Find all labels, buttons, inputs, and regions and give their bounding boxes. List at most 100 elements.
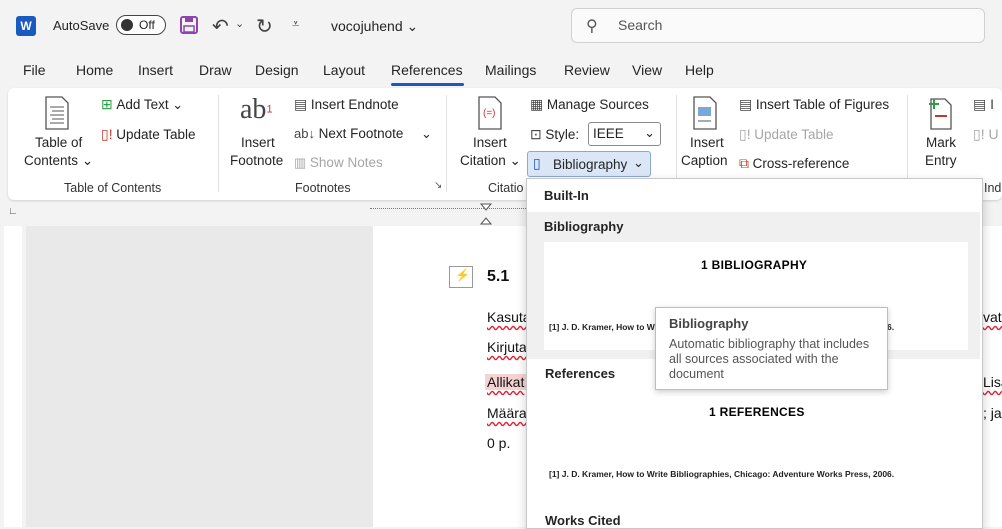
update-table-toc-button[interactable]: ▯! Update Table bbox=[101, 126, 196, 143]
title-bar: W AutoSave Off ↶ ⌄ ↻ ⩡ vocojuhend ⌄ ⚲ bbox=[0, 0, 1002, 54]
manage-sources-label: Manage Sources bbox=[546, 97, 649, 112]
update-table-figures-button[interactable]: ▯! Update Table bbox=[739, 126, 834, 143]
show-notes-icon: ▥ bbox=[294, 155, 307, 170]
tab-references[interactable]: References bbox=[391, 62, 463, 78]
mark-entry-button[interactable] bbox=[925, 96, 955, 133]
update-table-label: Update Table bbox=[116, 127, 196, 142]
cross-reference-button[interactable]: ⧉ Cross-reference bbox=[739, 155, 849, 172]
autosave-toggle[interactable]: Off bbox=[116, 15, 166, 35]
bibliography-label: Bibliography bbox=[553, 157, 628, 172]
insert-footnote-button[interactable]: ab1 bbox=[240, 94, 273, 126]
show-notes-button[interactable]: ▥ Show Notes bbox=[294, 155, 383, 171]
tab-home[interactable]: Home bbox=[76, 62, 113, 78]
gallery-item-label: References bbox=[545, 366, 616, 381]
insert-table-of-figures-button[interactable]: ▤ Insert Table of Figures bbox=[739, 96, 889, 113]
tab-selector-icon[interactable]: ∟ bbox=[8, 206, 18, 217]
tooltip: Bibliography Automatic bibliography that… bbox=[655, 307, 888, 390]
search-input[interactable] bbox=[616, 16, 960, 34]
manage-sources-icon: ▦ bbox=[530, 96, 544, 112]
undo-dropdown-icon[interactable]: ⌄ bbox=[235, 17, 244, 30]
manage-sources-button[interactable]: ▦ Manage Sources bbox=[530, 96, 649, 113]
group-index: Ind bbox=[984, 181, 1002, 195]
doc-line: Määra bbox=[487, 405, 527, 421]
tab-help[interactable]: Help bbox=[685, 62, 714, 78]
autosave-label: AutoSave bbox=[53, 18, 110, 33]
undo-icon[interactable]: ↶ bbox=[212, 14, 229, 39]
vertical-ruler bbox=[0, 226, 26, 527]
insert-caption-label-2: Caption bbox=[681, 153, 728, 168]
tab-mailings[interactable]: Mailings bbox=[485, 62, 536, 78]
mark-entry-icon bbox=[929, 98, 952, 130]
update-table-icon: ▯! bbox=[739, 126, 751, 142]
cross-reference-icon: ⧉ bbox=[739, 155, 749, 171]
footnote-icon: ab bbox=[240, 94, 267, 125]
insert-citation-button[interactable]: (=) bbox=[477, 96, 505, 133]
style-icon: ⊡ bbox=[530, 126, 542, 142]
svg-text:(=): (=) bbox=[483, 108, 496, 119]
redo-icon[interactable]: ↻ bbox=[256, 14, 273, 39]
gallery-item-works-cited[interactable]: Works Cited bbox=[527, 509, 980, 528]
document-title[interactable]: vocojuhend ⌄ bbox=[331, 18, 418, 35]
mark-entry-label-2: Entry bbox=[925, 153, 957, 168]
bibliography-button[interactable]: ▯ Bibliography ⌄ bbox=[527, 151, 651, 177]
search-icon: ⚲ bbox=[586, 18, 598, 35]
active-tab-indicator bbox=[391, 83, 464, 86]
update-index-icon[interactable]: ▯! U bbox=[973, 126, 999, 143]
insert-endnote-icon: ▤ bbox=[294, 96, 308, 112]
update-table-figures-label: Update Table bbox=[754, 127, 834, 142]
doc-line: Kasuta bbox=[487, 309, 531, 325]
save-icon[interactable] bbox=[180, 16, 198, 34]
doc-line-fragment: vate bbox=[983, 309, 1002, 325]
vertical-ruler-strip bbox=[4, 226, 22, 527]
tab-design[interactable]: Design bbox=[255, 62, 299, 78]
insert-index-icon[interactable]: ▤ I bbox=[973, 96, 994, 113]
add-text-label: Add Text bbox=[116, 97, 169, 112]
insert-citation-label-1: Insert bbox=[473, 135, 507, 150]
toggle-knob bbox=[121, 19, 133, 31]
table-of-contents-button[interactable] bbox=[34, 96, 80, 133]
dialog-launcher-icon[interactable]: ↘ bbox=[434, 180, 442, 191]
tooltip-title: Bibliography bbox=[669, 316, 749, 331]
indent-marker-icon[interactable] bbox=[479, 203, 493, 225]
add-text-button[interactable]: ⊞ Add Text ⌄ bbox=[101, 96, 183, 113]
tab-view[interactable]: View bbox=[632, 62, 662, 78]
cross-reference-label: Cross-reference bbox=[752, 156, 850, 171]
mark-entry-label-1: Mark bbox=[926, 135, 956, 150]
section-heading: 5.1 bbox=[487, 268, 510, 285]
ribbon-separator bbox=[446, 95, 447, 192]
table-of-contents-icon bbox=[45, 96, 69, 130]
gallery-item-label: Bibliography bbox=[544, 219, 624, 234]
footnote-superscript: 1 bbox=[266, 103, 273, 116]
insert-citation-icon: (=) bbox=[478, 96, 502, 130]
document-title-text: vocojuhend bbox=[331, 18, 403, 34]
search-box[interactable]: ⚲ bbox=[571, 8, 985, 43]
autosave-state: Off bbox=[139, 18, 155, 32]
chevron-down-icon: ⌄ bbox=[172, 97, 184, 112]
gallery-section-builtin: Built-In bbox=[544, 188, 589, 203]
insert-footnote-label-1: Insert bbox=[241, 135, 275, 150]
next-footnote-label: Next Footnote bbox=[318, 126, 404, 141]
group-table-of-contents: Table of Contents bbox=[64, 181, 162, 195]
bibliography-icon: ▯ bbox=[533, 155, 541, 171]
toc-label-2: Contents ⌄ bbox=[24, 153, 94, 168]
next-footnote-button[interactable]: ab↓ Next Footnote ⌄ bbox=[294, 126, 432, 142]
smart-lookup-icon[interactable]: ⚡ bbox=[449, 266, 473, 288]
insert-endnote-button[interactable]: ▤ Insert Endnote bbox=[294, 96, 399, 113]
chevron-down-icon: ⌄ bbox=[406, 18, 419, 34]
tab-draw[interactable]: Draw bbox=[199, 62, 232, 78]
thumbnail-reference: [1] J. D. Kramer, How to Write Bibliogra… bbox=[549, 469, 895, 479]
tab-layout[interactable]: Layout bbox=[323, 62, 365, 78]
gallery-item-label: Works Cited bbox=[545, 513, 621, 528]
tab-file[interactable]: File bbox=[23, 62, 46, 78]
insert-caption-button[interactable] bbox=[692, 96, 718, 133]
style-select[interactable]: IEEE ⌄ bbox=[588, 122, 661, 146]
update-table-icon: ▯! bbox=[101, 126, 113, 142]
style-label: Style: bbox=[545, 127, 580, 142]
chevron-down-icon: ⌄ bbox=[81, 153, 94, 168]
insert-endnote-label: Insert Endnote bbox=[310, 97, 399, 112]
thumbnail-title: 1 REFERENCES bbox=[709, 405, 805, 419]
tab-insert[interactable]: Insert bbox=[138, 62, 173, 78]
customize-qat-icon[interactable]: ⩡ bbox=[292, 16, 299, 32]
group-citations: Citatio bbox=[488, 181, 524, 195]
tab-review[interactable]: Review bbox=[564, 62, 610, 78]
